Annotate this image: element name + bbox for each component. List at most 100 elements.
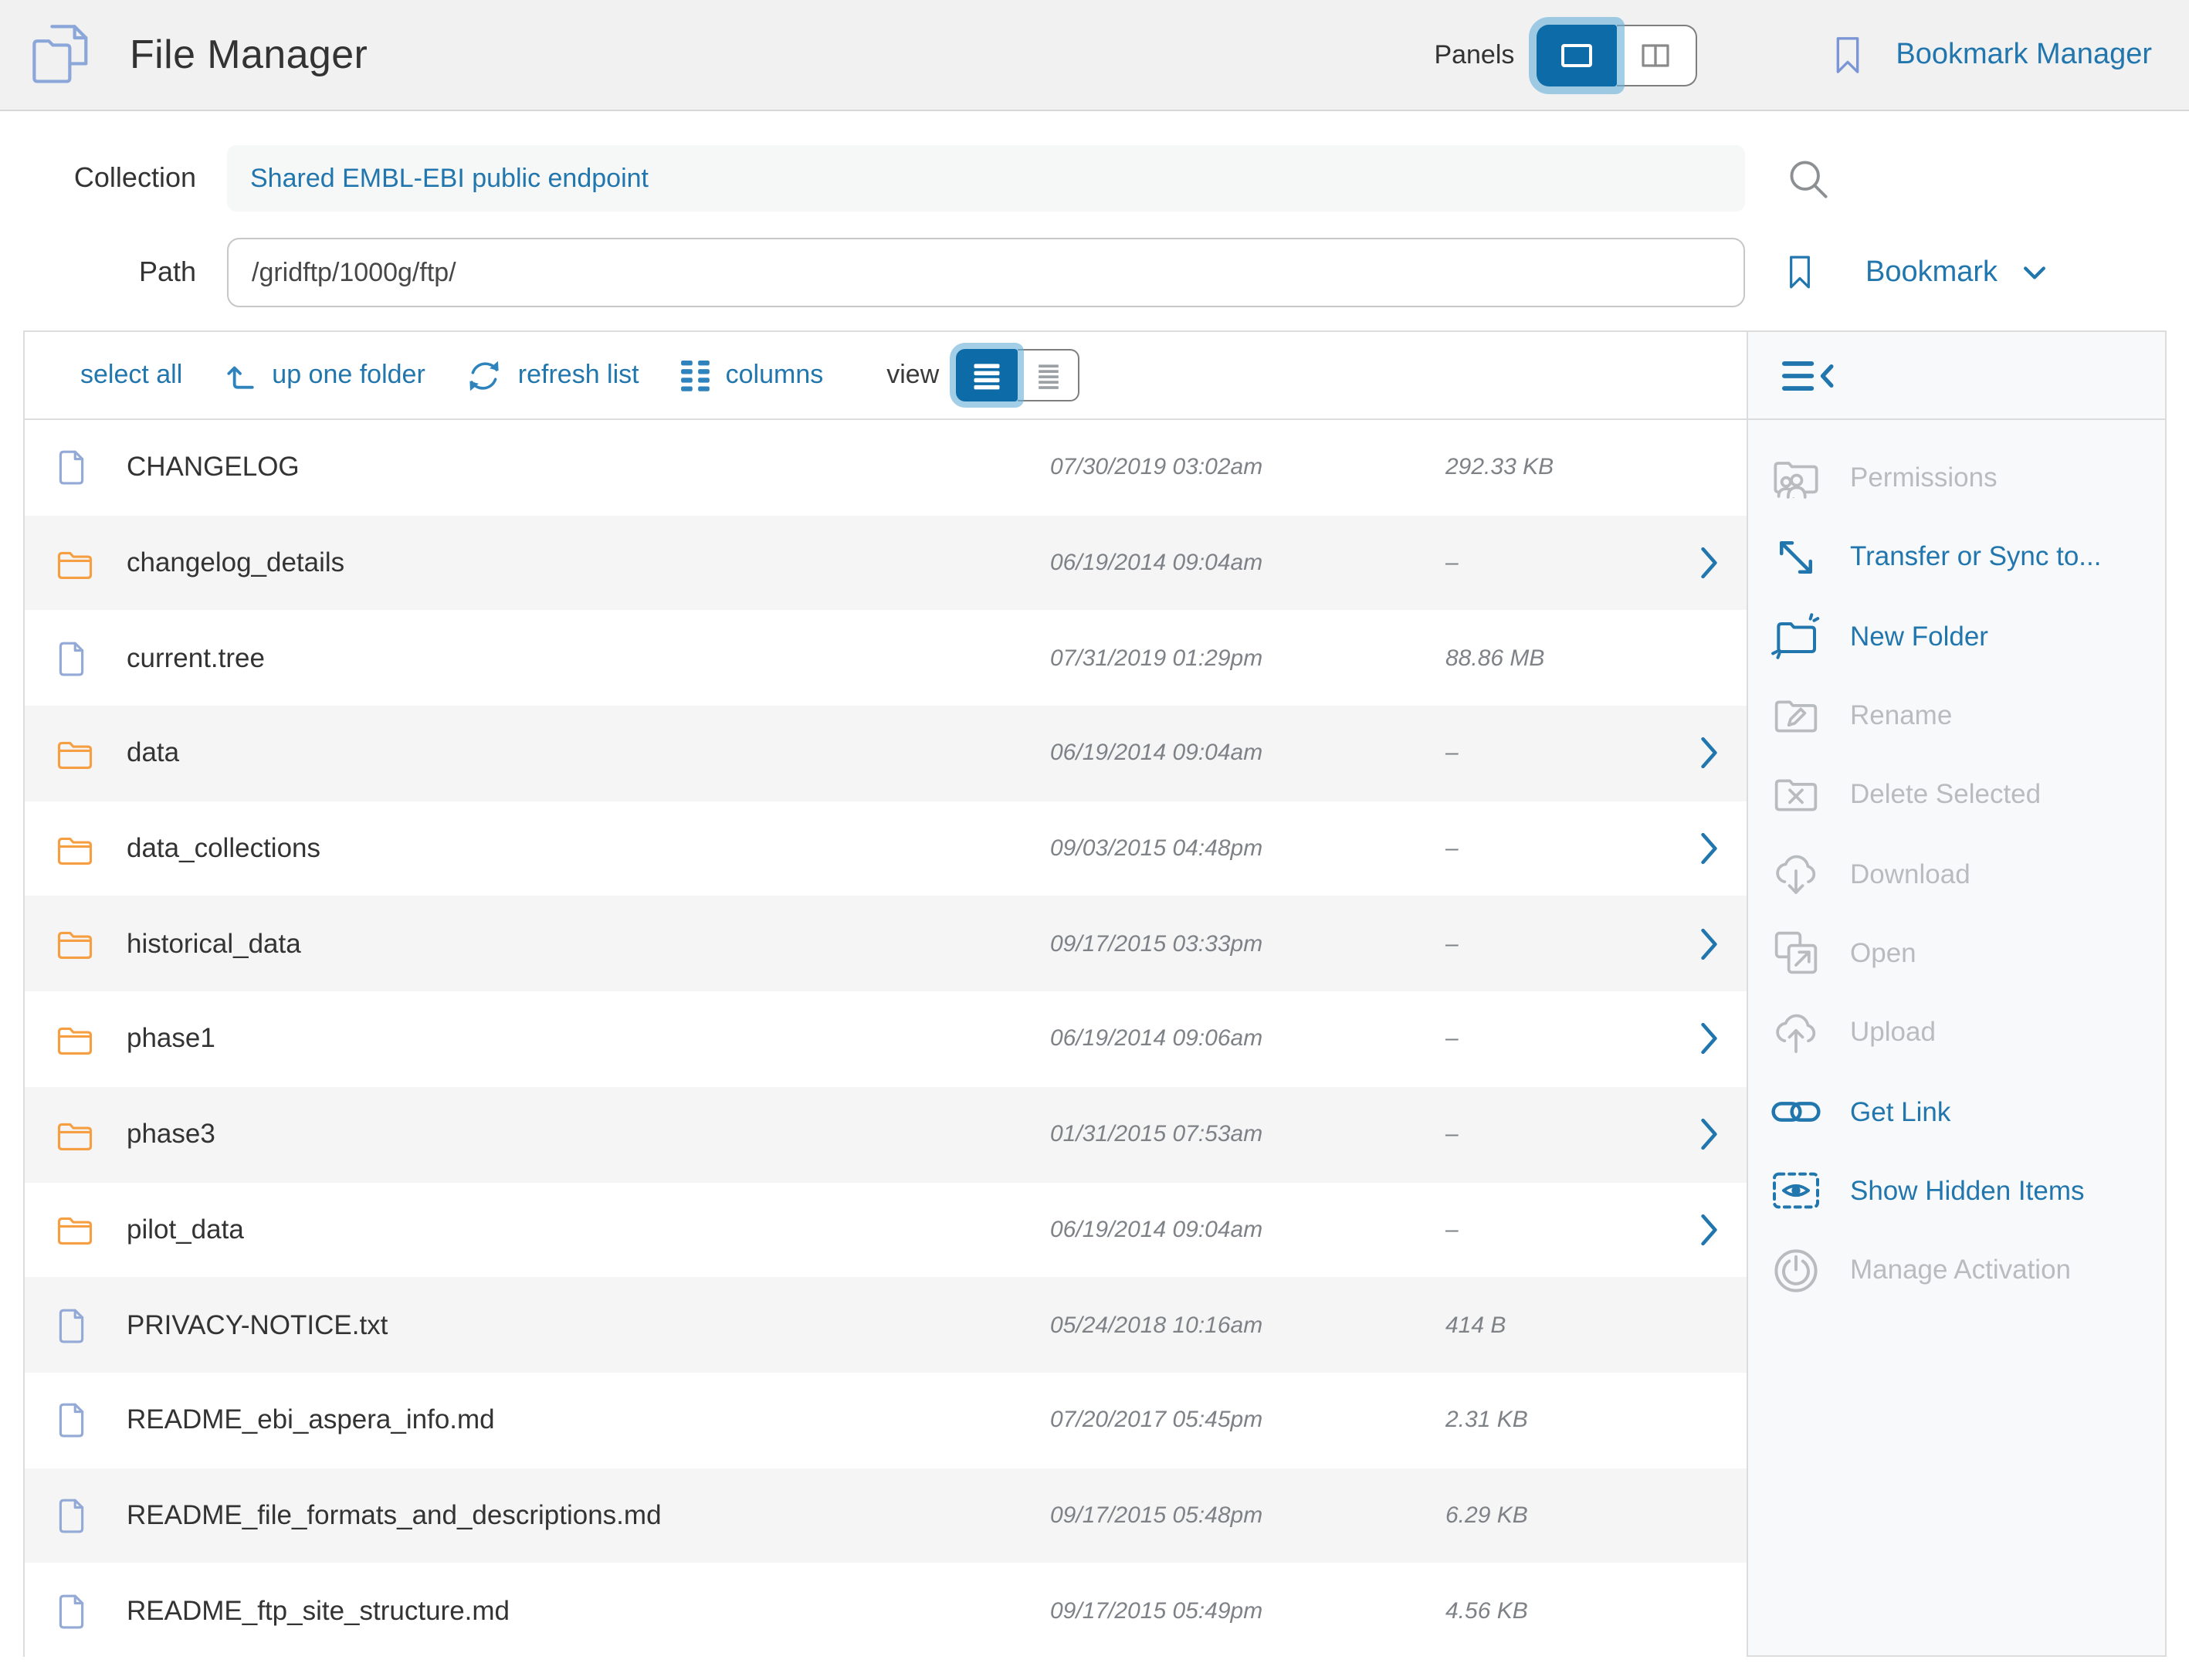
item-date: 09/17/2015 05:49pm xyxy=(1016,1597,1422,1624)
item-name: data_collections xyxy=(127,832,1016,865)
sidebar-item-manage-activation[interactable]: Manage Activation xyxy=(1748,1231,2164,1310)
chevron-right-icon[interactable] xyxy=(1700,1214,1719,1246)
list-pane: select all up one folder xyxy=(25,332,1747,1655)
folder-row[interactable]: pilot_data 06/19/2014 09:04am – xyxy=(25,1182,1747,1277)
folder-icon xyxy=(25,738,127,769)
path-row: Path /gridftp/1000g/ftp/ Bookmark xyxy=(23,238,2166,307)
chevron-cell xyxy=(1672,832,1747,865)
chevron-right-icon[interactable] xyxy=(1700,1118,1719,1150)
item-name: historical_data xyxy=(127,928,1016,960)
item-name: changelog_details xyxy=(127,547,1016,579)
item-date: 07/31/2019 01:29pm xyxy=(1016,645,1422,671)
item-name: README_file_formats_and_descriptions.md xyxy=(127,1499,1016,1532)
chevron-right-icon[interactable] xyxy=(1700,832,1719,865)
sidebar-item-delete-selected[interactable]: Delete Selected xyxy=(1748,755,2164,835)
chevron-right-icon[interactable] xyxy=(1700,928,1719,960)
get-link-icon xyxy=(1768,1086,1824,1138)
page-title: File Manager xyxy=(130,31,368,79)
folder-icon xyxy=(25,1024,127,1055)
item-size: 2.31 KB xyxy=(1422,1407,1672,1433)
bookmark-manager-link[interactable]: Bookmark Manager xyxy=(1832,35,2152,75)
sidebar-item-rename[interactable]: Rename xyxy=(1748,676,2164,756)
sidebar-item-open[interactable]: Open xyxy=(1748,914,2164,994)
item-size: – xyxy=(1422,835,1672,862)
file-row[interactable]: current.tree 07/31/2019 01:29pm 88.86 MB xyxy=(25,611,1747,706)
file-row[interactable]: README_file_formats_and_descriptions.md … xyxy=(25,1468,1747,1563)
chevron-right-icon[interactable] xyxy=(1700,1023,1719,1055)
bookmark-dropdown[interactable]: Bookmark xyxy=(1787,255,2045,290)
refresh-list-button[interactable]: refresh list xyxy=(467,357,639,393)
item-size: – xyxy=(1422,740,1672,767)
item-date: 09/17/2015 03:33pm xyxy=(1016,931,1422,957)
endpoint-fields: Collection Shared EMBL-EBI public endpoi… xyxy=(0,145,2189,307)
panels-single-button[interactable] xyxy=(1536,24,1616,86)
sidebar-item-download[interactable]: Download xyxy=(1748,835,2164,914)
bookmark-manager-label: Bookmark Manager xyxy=(1896,38,2152,72)
item-date: 06/19/2014 09:04am xyxy=(1016,1217,1422,1243)
folder-icon xyxy=(25,833,127,864)
transfer-icon xyxy=(1768,531,1824,584)
sidebar-item-upload[interactable]: Upload xyxy=(1748,993,2164,1072)
folder-row[interactable]: phase1 06/19/2014 09:06am – xyxy=(25,991,1747,1086)
collection-value: Shared EMBL-EBI public endpoint xyxy=(250,163,649,194)
panels-single-icon xyxy=(1556,39,1596,70)
columns-button[interactable]: columns xyxy=(681,359,824,391)
item-date: 06/19/2014 09:04am xyxy=(1016,740,1422,767)
folder-icon xyxy=(25,1214,127,1245)
permissions-icon xyxy=(1768,452,1824,504)
item-name: pilot_data xyxy=(127,1214,1016,1246)
path-input[interactable]: /gridftp/1000g/ftp/ xyxy=(227,238,1745,307)
bookmark-icon xyxy=(1832,35,1862,75)
select-all-button[interactable]: select all xyxy=(80,360,182,391)
folder-row[interactable]: changelog_details 06/19/2014 09:04am – xyxy=(25,515,1747,610)
columns-icon xyxy=(681,359,710,391)
download-icon xyxy=(1768,848,1824,900)
view-list-button[interactable] xyxy=(956,349,1018,401)
sidebar-item-show-hidden-items[interactable]: Show Hidden Items xyxy=(1748,1151,2164,1231)
action-list: Permissions Transfer or Sync to... xyxy=(1748,420,2164,1310)
file-icon xyxy=(25,1593,127,1628)
file-row[interactable]: README_ftp_site_structure.md 09/17/2015 … xyxy=(25,1563,1747,1658)
up-one-folder-icon xyxy=(224,359,256,391)
item-size: – xyxy=(1422,1026,1672,1052)
file-row[interactable]: CHANGELOG 07/30/2019 03:02am 292.33 KB xyxy=(25,420,1747,515)
sidebar-item-new-folder[interactable]: New Folder xyxy=(1748,597,2164,676)
item-size: – xyxy=(1422,931,1672,957)
collapse-panel-icon[interactable] xyxy=(1782,359,1836,391)
folder-row[interactable]: phase3 01/31/2015 07:53am – xyxy=(25,1087,1747,1182)
panels-dual-button[interactable] xyxy=(1616,24,1696,86)
new-folder-icon xyxy=(1768,610,1824,662)
chevron-right-icon[interactable] xyxy=(1700,737,1719,770)
folder-row[interactable]: historical_data 09/17/2015 03:33pm – xyxy=(25,896,1747,991)
folder-row[interactable]: data_collections 09/03/2015 04:48pm – xyxy=(25,801,1747,896)
item-size: – xyxy=(1422,1121,1672,1147)
item-size: 88.86 MB xyxy=(1422,645,1672,671)
item-date: 09/03/2015 04:48pm xyxy=(1016,835,1422,862)
item-date: 06/19/2014 09:06am xyxy=(1016,1026,1422,1052)
path-value: /gridftp/1000g/ftp/ xyxy=(252,257,456,288)
view-list-icon xyxy=(970,361,1004,390)
collection-input[interactable]: Shared EMBL-EBI public endpoint xyxy=(227,145,1745,212)
search-icon[interactable] xyxy=(1787,157,1830,200)
folder-row[interactable]: data 06/19/2014 09:04am – xyxy=(25,706,1747,801)
path-side: Bookmark xyxy=(1745,255,2166,290)
panels-dual-icon xyxy=(1635,39,1676,70)
main-panel: select all up one folder xyxy=(23,330,2166,1657)
open-icon xyxy=(1768,927,1824,980)
manage-activation-icon xyxy=(1768,1244,1824,1296)
chevron-right-icon[interactable] xyxy=(1700,547,1719,579)
sidebar-item-get-link[interactable]: Get Link xyxy=(1748,1072,2164,1152)
item-date: 01/31/2015 07:53am xyxy=(1016,1121,1422,1147)
sidebar-item-permissions[interactable]: Permissions xyxy=(1748,439,2164,518)
file-row[interactable]: PRIVACY-NOTICE.txt 05/24/2018 10:16am 41… xyxy=(25,1277,1747,1372)
view-toggle xyxy=(956,349,1079,401)
file-icon xyxy=(25,1498,127,1533)
up-one-folder-button[interactable]: up one folder xyxy=(224,359,425,391)
upload-icon xyxy=(1768,1006,1824,1058)
file-row[interactable]: README_ebi_aspera_info.md 07/20/2017 05:… xyxy=(25,1373,1747,1468)
panels-label: Panels xyxy=(1434,39,1514,70)
sidebar-item-transfer-or-sync[interactable]: Transfer or Sync to... xyxy=(1748,518,2164,598)
item-name: README_ebi_aspera_info.md xyxy=(127,1404,1016,1436)
file-manager-app: File Manager Panels xyxy=(0,0,2189,1680)
view-compact-button[interactable] xyxy=(1018,349,1079,401)
